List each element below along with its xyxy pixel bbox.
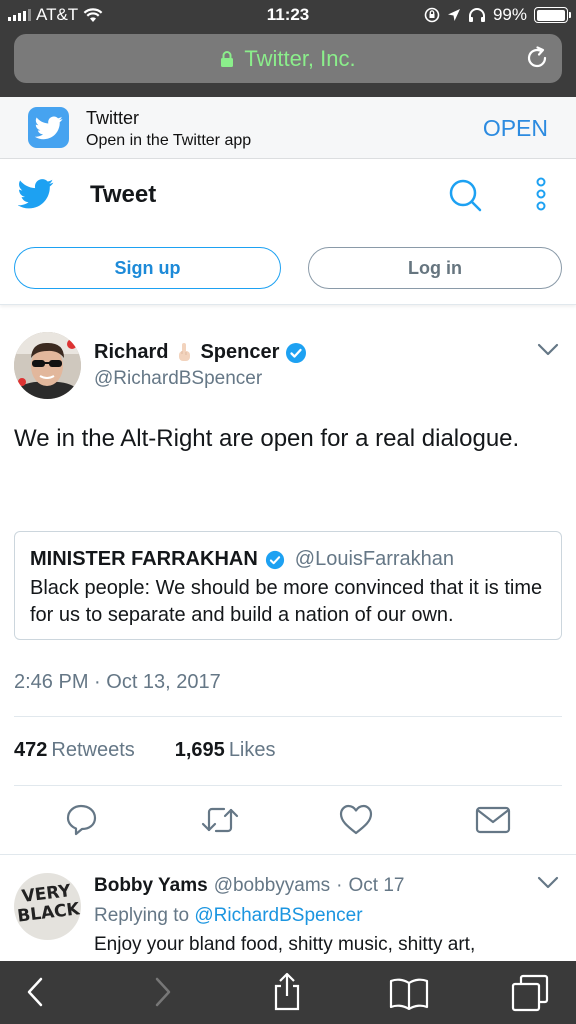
search-icon[interactable]: [447, 177, 483, 213]
author-last-name: Spencer: [200, 341, 280, 363]
log-in-button[interactable]: Log in: [308, 247, 562, 289]
quoted-tweet-header: MINISTER FARRAKHAN @LouisFarrakhan: [30, 548, 454, 571]
sign-up-button[interactable]: Sign up: [14, 247, 281, 289]
twitter-header: Tweet Sign up Log in: [0, 159, 576, 305]
tweet-stats: 472 Retweets 1,695 Likes: [14, 739, 276, 762]
replying-prefix: Replying to: [94, 905, 190, 926]
site-name: Twitter, Inc.: [244, 46, 356, 71]
reply-separator: ·: [336, 875, 343, 896]
rotation-lock-icon: [424, 7, 440, 23]
reply-header: Bobby Yams @bobbyyams · Oct 17: [94, 875, 404, 897]
avatar-photo: [14, 332, 81, 399]
reply-avatar[interactable]: VERY BLACK: [14, 873, 81, 940]
tweet-timestamp[interactable]: 2:46 PM · Oct 13, 2017: [14, 671, 221, 694]
status-bar: AT&T 11:23 99%: [0, 0, 576, 30]
quoted-author-handle: @LouisFarrakhan: [294, 548, 455, 570]
browser-toolbar: [0, 961, 576, 1024]
verified-badge-icon: [265, 550, 284, 569]
tweet-text: We in the Alt-Right are open for a real …: [14, 425, 520, 452]
app-banner: Twitter Open in the Twitter app OPEN: [0, 97, 576, 159]
replying-mention-link[interactable]: @RichardBSpencer: [194, 905, 362, 926]
chevron-down-icon[interactable]: [537, 343, 559, 357]
open-in-app-button[interactable]: OPEN: [483, 115, 548, 142]
back-icon[interactable]: [24, 976, 46, 1008]
quoted-author-name: MINISTER FARRAKHAN: [30, 548, 258, 570]
author-name[interactable]: Richard Spencer: [94, 341, 307, 364]
battery-icon: [534, 7, 571, 23]
bird-icon: [34, 115, 63, 139]
reply-author-name[interactable]: Bobby Yams: [94, 875, 208, 897]
quoted-tweet[interactable]: MINISTER FARRAKHAN @LouisFarrakhan Black…: [14, 531, 562, 640]
quoted-tweet-text: Black people: We should be more convince…: [30, 577, 543, 626]
banner-app-name: Twitter: [86, 108, 140, 128]
share-icon[interactable]: [272, 971, 302, 1011]
like-icon[interactable]: [338, 802, 374, 838]
page-title: Tweet: [90, 181, 157, 208]
replying-to: Replying to @RichardBSpencer: [94, 905, 363, 927]
more-options-icon[interactable]: [533, 177, 549, 213]
address-bar[interactable]: Twitter, Inc.: [14, 34, 562, 83]
likes-label: Likes: [228, 739, 276, 761]
twitter-app-icon: [28, 107, 69, 148]
likes-count: 1,695: [174, 739, 225, 761]
reply-text: Enjoy your bland food, shitty music, shi…: [94, 934, 476, 955]
retweets-label: Retweets: [51, 739, 135, 761]
bookmarks-icon[interactable]: [388, 976, 430, 1010]
tabs-icon[interactable]: [510, 973, 550, 1013]
retweets-count: 472: [14, 739, 48, 761]
verified-badge-icon: [286, 342, 307, 363]
divider: [14, 716, 562, 717]
message-icon[interactable]: [474, 802, 512, 838]
battery-percent: 99%: [492, 5, 527, 24]
likes-stat[interactable]: 1,695 Likes: [175, 739, 276, 762]
location-icon: [447, 9, 460, 21]
avatar[interactable]: [14, 332, 81, 399]
twitter-logo-icon[interactable]: [18, 179, 54, 209]
banner-subtitle: Open in the Twitter app: [86, 132, 252, 149]
retweets-stat[interactable]: 472 Retweets: [14, 739, 135, 762]
reply-author-handle[interactable]: @bobbyyams: [214, 875, 330, 897]
author-first-name: Richard: [94, 341, 169, 363]
browser-chrome: AT&T 11:23 99% Twitter, Inc.: [0, 0, 576, 97]
divider: [14, 785, 562, 786]
divider: [0, 854, 576, 855]
pointing-hand-icon: [179, 342, 191, 361]
lock-icon: [221, 51, 234, 67]
forward-icon[interactable]: [152, 976, 174, 1008]
reload-icon[interactable]: [524, 45, 550, 71]
chevron-down-icon[interactable]: [537, 876, 559, 890]
reply-icon[interactable]: [64, 802, 100, 838]
address-text: Twitter, Inc.: [14, 46, 562, 72]
headphones-icon: [468, 8, 485, 22]
author-handle[interactable]: @RichardBSpencer: [94, 368, 262, 390]
reply-avatar-text: VERY BLACK: [16, 881, 81, 927]
reply-date[interactable]: Oct 17: [348, 875, 404, 897]
status-right: 99%: [424, 5, 571, 25]
battery-fill: [536, 9, 566, 21]
retweet-icon[interactable]: [200, 802, 240, 838]
